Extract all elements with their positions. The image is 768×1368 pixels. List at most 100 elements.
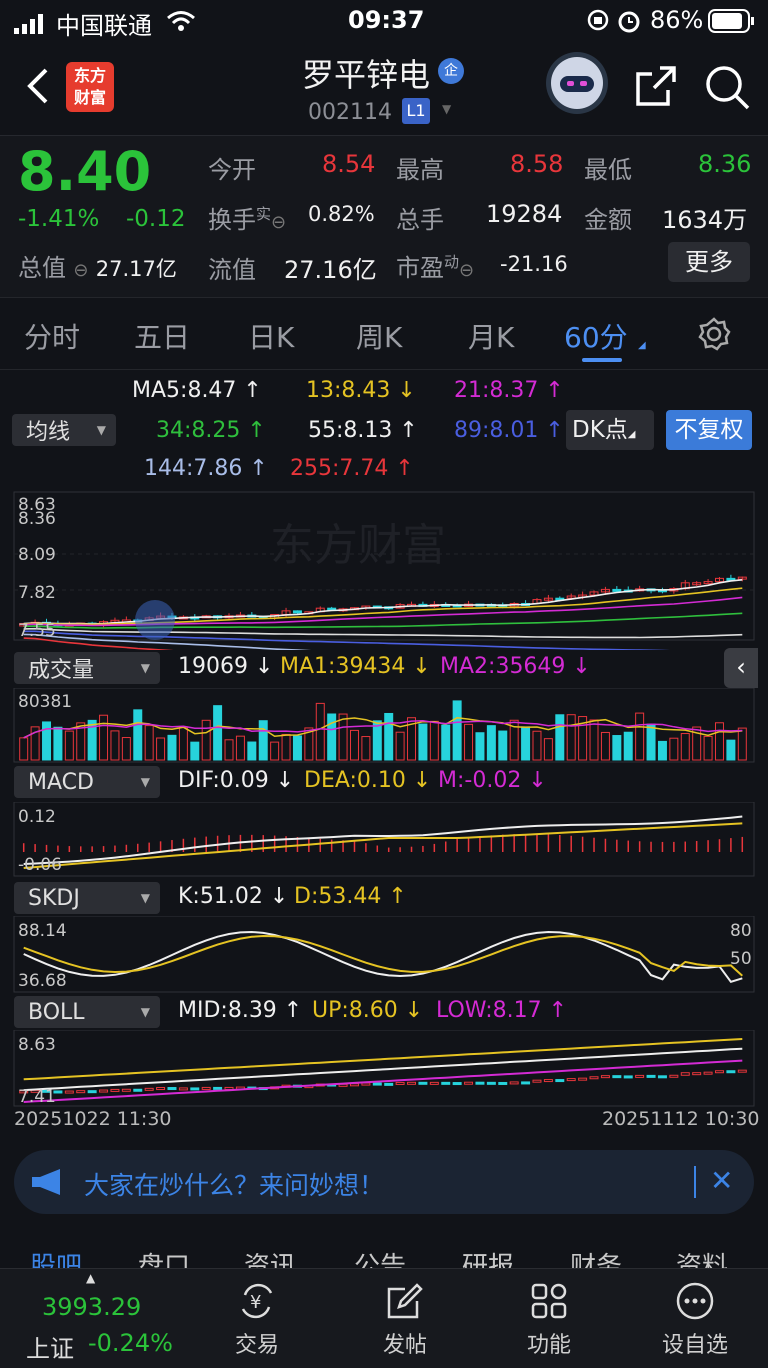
tab-five-day[interactable]: 五日 (134, 316, 190, 356)
info-icon[interactable]: ⊖ (459, 260, 474, 281)
skdj-k-text: K:51.02 (178, 884, 263, 909)
volume-bar (464, 723, 474, 761)
tab-weekly-k[interactable]: 周K (356, 316, 402, 356)
volume-ma2: MA2:35649 ↓ (440, 654, 591, 679)
boll-candle (475, 1081, 485, 1085)
tab-orderbook[interactable]: 盘口 (138, 1246, 190, 1270)
search-icon[interactable] (704, 64, 750, 114)
tab-intraday[interactable]: 分时 (24, 316, 80, 356)
boll-chart[interactable]: 8.63 7.41 (0, 1030, 768, 1108)
ask-banner[interactable]: 大家在炒什么？来问妙想！ ✕ (14, 1150, 754, 1214)
close-icon[interactable]: ✕ (710, 1164, 733, 1197)
dk-point-button[interactable]: DK点◢ (566, 410, 654, 450)
battery-icon (708, 9, 756, 39)
app-logo[interactable]: 东方 财富 (66, 62, 114, 112)
level-badge[interactable]: L1 (402, 98, 430, 124)
boll-candle (441, 1081, 451, 1085)
index-change[interactable]: -0.24% (88, 1329, 173, 1357)
more-button[interactable]: 更多 (668, 242, 750, 282)
banner-text: 大家在炒什么？来问妙想！ (84, 1171, 385, 1200)
dk-caret-icon: ◢ (627, 429, 636, 440)
market-cap-value: 27.17亿 (95, 257, 177, 281)
ma21-text: 21:8.37 (454, 378, 539, 403)
stock-name[interactable]: 罗平锌电 (302, 50, 430, 96)
nav-post[interactable]: 发帖 (350, 1281, 460, 1359)
indicator-select[interactable]: 均线 ▼ (12, 414, 116, 446)
market-cap-label: 总值 (18, 254, 66, 282)
volume-bar (121, 737, 131, 761)
tab-research[interactable]: 研报 (462, 1246, 514, 1270)
dropdown-caret-icon: ▼ (140, 775, 150, 789)
nav-functions[interactable]: 功能 (494, 1281, 604, 1359)
index-name[interactable]: 上证 (26, 1329, 74, 1364)
tab-60min[interactable]: 60分 (564, 316, 628, 356)
skdj-chart[interactable]: 88.14 36.68 80 50 (0, 916, 768, 994)
boll-mid: MID:8.39 ↑ (178, 998, 303, 1023)
robot-assistant-icon[interactable] (546, 52, 608, 114)
chevron-left-icon[interactable] (24, 66, 52, 110)
boll-candle (418, 1081, 428, 1085)
amount-label: 金额 (584, 206, 632, 234)
collapse-panel-chevron-icon[interactable]: ‹ (724, 648, 758, 688)
volume-chart[interactable]: 80381 (0, 688, 768, 766)
volume-bar (235, 735, 245, 761)
gear-icon[interactable] (696, 316, 732, 356)
turnover-label[interactable]: 换手实⊖ (208, 200, 286, 235)
dk-point-label: DK点 (572, 417, 628, 443)
candlestick-chart[interactable]: 东方财富 8.63 8.36 8.09 7.82 7.55 (0, 490, 768, 650)
boll-candle (372, 1082, 382, 1086)
volume-bar (53, 726, 63, 761)
boll-candle (612, 1075, 622, 1079)
megaphone-icon (32, 1168, 68, 1200)
tab-forum[interactable]: 股吧 (30, 1246, 82, 1270)
tab-monthly-k[interactable]: 月K (468, 316, 514, 356)
tab-news[interactable]: 资讯 (244, 1246, 296, 1270)
volume-bar (361, 736, 371, 761)
cursor-marker[interactable] (135, 600, 175, 640)
tab-profile[interactable]: 资料 (676, 1246, 728, 1270)
tab-announcements[interactable]: 公告 (354, 1246, 406, 1270)
boll-candle (395, 1081, 405, 1085)
info-icon[interactable]: ⊖ (73, 260, 88, 281)
boll-low: LOW:8.17 ↑ (436, 998, 568, 1023)
macd-y-bottom: -0.06 (18, 855, 62, 875)
volume-bar (543, 738, 553, 761)
volume-selector[interactable]: 成交量 ▼ (14, 652, 160, 684)
boll-candle (566, 1078, 576, 1082)
nav-trade[interactable]: ¥ 交易 (202, 1281, 312, 1359)
info-icon[interactable]: ⊖ (271, 212, 286, 233)
share-icon[interactable] (634, 64, 678, 112)
adjust-toggle-button[interactable]: 不复权 (666, 410, 752, 450)
tab-finance[interactable]: 财务 (570, 1246, 622, 1270)
dropdown-caret-icon: ▼ (140, 891, 150, 905)
boll-candle (213, 1086, 223, 1090)
amount-value: 1634万 (662, 206, 748, 234)
boll-up-text: UP:8.60 (312, 998, 398, 1023)
macd-selector[interactable]: MACD ▼ (14, 766, 160, 798)
skdj-selector[interactable]: SKDJ ▼ (14, 882, 160, 914)
boll-candle (737, 1069, 747, 1073)
market-cap[interactable]: 总值 ⊖ 27.17亿 (18, 248, 177, 283)
volume-bar (133, 709, 143, 761)
candle-body (292, 610, 302, 614)
volume-bar (144, 725, 154, 761)
boll-candle (578, 1077, 588, 1081)
index-value[interactable]: 3993.29 (42, 1293, 141, 1321)
tab-caret-icon: ◢ (638, 340, 646, 351)
boll-candle (498, 1081, 508, 1085)
turnover-sup: 实 (256, 205, 272, 223)
nav-functions-label: 功能 (526, 1333, 571, 1358)
skdj-ref-80: 80 (730, 921, 752, 941)
boll-candle (76, 1090, 86, 1094)
tab-daily-k[interactable]: 日K (248, 316, 294, 356)
ma21-value: 21:8.37 ↑ (454, 378, 564, 403)
nav-add-watchlist[interactable]: 设自选 (640, 1281, 750, 1359)
volume-bar (418, 723, 428, 761)
boll-selector[interactable]: BOLL ▼ (14, 996, 160, 1028)
boll-candle (669, 1074, 679, 1078)
level-dropdown-caret-icon[interactable]: ▼ (442, 102, 451, 116)
volume-bar (521, 726, 531, 761)
macd-chart[interactable]: 0.12 -0.06 (0, 802, 768, 878)
boll-candle (110, 1088, 120, 1092)
pe-label[interactable]: 市盈动⊖ (396, 248, 474, 283)
